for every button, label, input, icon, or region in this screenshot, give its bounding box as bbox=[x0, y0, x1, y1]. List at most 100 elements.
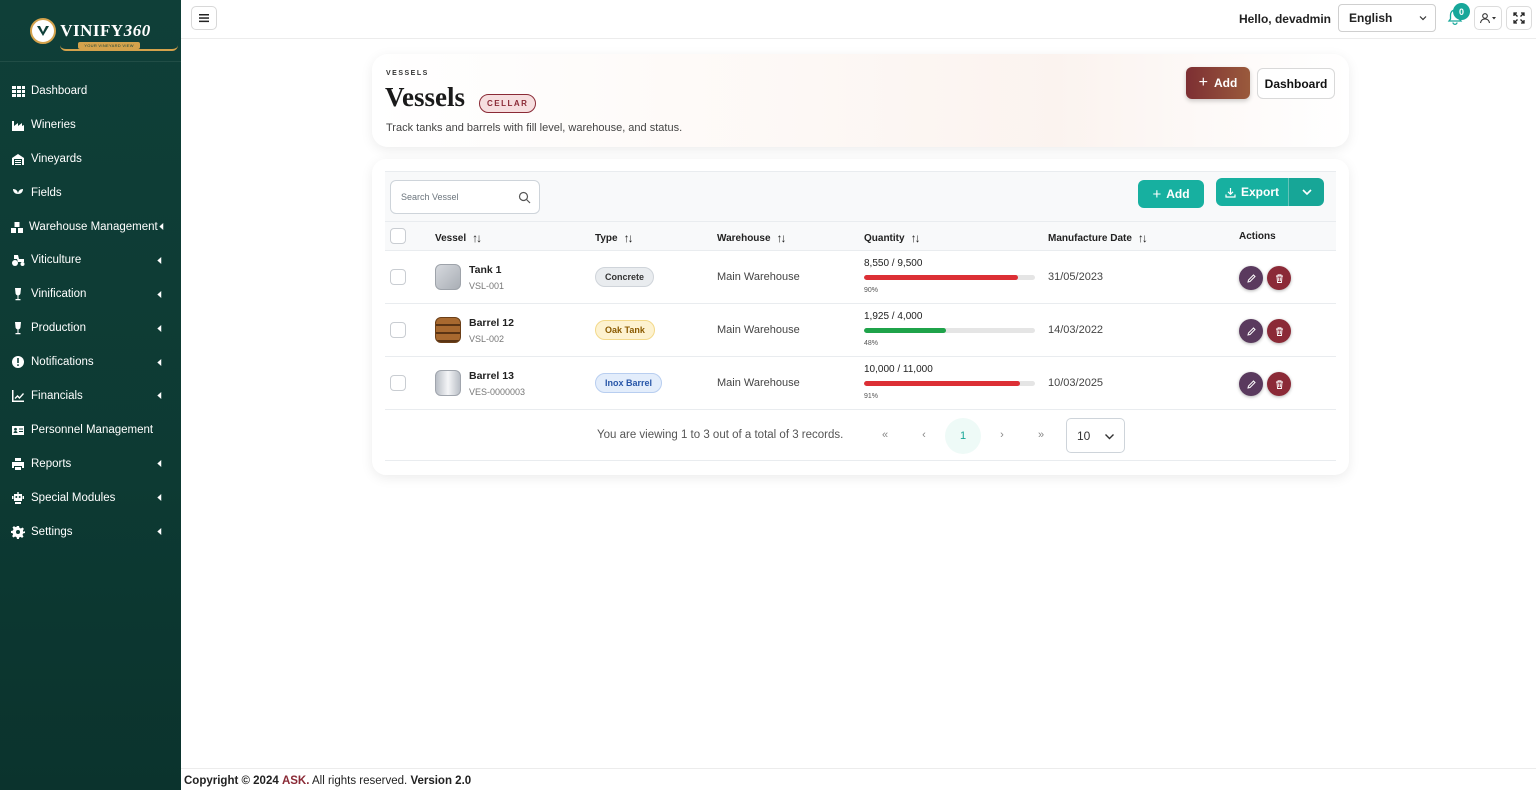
trash-icon bbox=[1275, 273, 1283, 283]
table-add-button[interactable]: + Add bbox=[1138, 180, 1204, 208]
current-page-button[interactable]: 1 bbox=[945, 418, 981, 454]
sidebar-item-production[interactable]: Production bbox=[0, 311, 181, 345]
delete-button[interactable] bbox=[1267, 372, 1291, 396]
pencil-icon bbox=[1246, 379, 1256, 389]
sidebar-item-vinification[interactable]: Vinification bbox=[0, 277, 181, 311]
edit-button[interactable] bbox=[1239, 319, 1263, 343]
fill-progress-value bbox=[864, 275, 1018, 280]
row-checkbox[interactable] bbox=[390, 375, 406, 391]
chevron-left-icon bbox=[155, 460, 163, 468]
copyright-text: Copyright © 2024 bbox=[184, 775, 279, 787]
type-badge: Concrete bbox=[595, 267, 655, 287]
export-button[interactable]: Export bbox=[1216, 178, 1288, 206]
page-header-card: VESSELS Vessels CELLAR Track tanks and b… bbox=[372, 54, 1349, 147]
trash-icon bbox=[1275, 326, 1283, 336]
search-input[interactable]: Search Vessel bbox=[390, 180, 540, 214]
sidebar-item-label: Fields bbox=[31, 186, 62, 199]
sidebar-item-wineries[interactable]: Wineries bbox=[0, 108, 181, 142]
column-header-quantity[interactable]: Quantity ↑↓ bbox=[864, 231, 921, 245]
dashboard-button[interactable]: Dashboard bbox=[1257, 68, 1335, 99]
sort-icon: ↑↓ bbox=[1137, 231, 1148, 245]
topbar: Hello, devadmin English 0 bbox=[181, 0, 1536, 39]
table-row[interactable]: Barrel 12 VSL-002 Oak Tank Main Warehouse 1,… bbox=[385, 304, 1336, 357]
edit-button[interactable] bbox=[1239, 372, 1263, 396]
sidebar-item-warehouse-management[interactable]: Warehouse Management bbox=[0, 210, 181, 244]
pencil-icon bbox=[1246, 273, 1256, 283]
version-text: Version 2.0 bbox=[410, 775, 472, 787]
sidebar-item-reports[interactable]: Reports bbox=[0, 447, 181, 481]
rights-text: All rights reserved. bbox=[312, 775, 408, 787]
select-all-checkbox[interactable] bbox=[390, 228, 406, 244]
next-page-icon[interactable]: › bbox=[994, 427, 1010, 443]
sidebar-item-label: Wineries bbox=[31, 118, 76, 131]
warehouse-cell: Main Warehouse bbox=[717, 377, 800, 389]
page-size-select[interactable]: 10 bbox=[1066, 418, 1125, 453]
page-title: Vessels bbox=[385, 82, 466, 112]
vessels-table-card: Search Vessel + Add Export Vessel ↑↓ Type… bbox=[372, 159, 1349, 475]
table-row[interactable]: Barrel 13 VES-0000003 Inox Barrel Main Ware… bbox=[385, 357, 1336, 410]
brand-tagline: YOUR VINEYARD VIEW bbox=[78, 41, 140, 49]
table-header: Vessel ↑↓ Type ↑↓ Warehouse ↑↓ Quantity ↑↓ M… bbox=[385, 221, 1336, 251]
first-page-icon[interactable]: « bbox=[877, 427, 893, 443]
company-link[interactable]: ASK. bbox=[282, 775, 309, 787]
row-checkbox[interactable] bbox=[390, 269, 406, 285]
row-checkbox[interactable] bbox=[390, 322, 406, 338]
chevron-left-icon bbox=[155, 358, 163, 366]
export-dropdown-button[interactable] bbox=[1288, 178, 1324, 206]
alert-icon bbox=[10, 355, 26, 369]
column-header-vessel[interactable]: Vessel ↑↓ bbox=[435, 231, 482, 245]
sort-icon: ↑↓ bbox=[472, 231, 482, 245]
fill-progress-bar bbox=[864, 328, 1035, 333]
export-label: Export bbox=[1240, 185, 1279, 199]
sidebar-item-special-modules[interactable]: Special Modules bbox=[0, 481, 181, 515]
notification-count-badge: 0 bbox=[1453, 3, 1470, 20]
column-header-type[interactable]: Type ↑↓ bbox=[595, 231, 634, 245]
edit-button[interactable] bbox=[1239, 266, 1263, 290]
last-page-icon[interactable]: » bbox=[1033, 427, 1049, 443]
tractor-icon bbox=[10, 253, 26, 267]
chevron-left-icon bbox=[155, 392, 163, 400]
column-header-manufacture-date[interactable]: Manufacture Date ↑↓ bbox=[1048, 231, 1148, 245]
vessel-name[interactable]: Tank 1 bbox=[469, 264, 501, 276]
delete-button[interactable] bbox=[1267, 266, 1291, 290]
quantity-text: 1,925 / 4,000 bbox=[864, 311, 923, 322]
hamburger-icon bbox=[199, 14, 209, 23]
fullscreen-button[interactable] bbox=[1506, 6, 1532, 30]
sidebar-item-label: Warehouse Management bbox=[29, 220, 158, 233]
paginator: You are viewing 1 to 3 out of a total of… bbox=[385, 410, 1336, 461]
header-add-button[interactable]: + Add bbox=[1186, 67, 1250, 99]
vessel-name[interactable]: Barrel 12 bbox=[469, 317, 514, 329]
sidebar-item-fields[interactable]: Fields bbox=[0, 176, 181, 210]
chevron-left-icon bbox=[155, 256, 163, 264]
logo-area[interactable]: VINIFY360 YOUR VINEYARD VIEW bbox=[0, 0, 181, 62]
sidebar-item-financials[interactable]: Financials bbox=[0, 379, 181, 413]
delete-button[interactable] bbox=[1267, 319, 1291, 343]
chart-line-icon bbox=[10, 389, 26, 403]
column-header-warehouse[interactable]: Warehouse ↑↓ bbox=[717, 231, 787, 245]
brand-logo: VINIFY360 YOUR VINEYARD VIEW bbox=[30, 17, 179, 51]
sidebar-item-label: Special Modules bbox=[31, 491, 116, 504]
sidebar: VINIFY360 YOUR VINEYARD VIEW Dashboard Wi… bbox=[0, 0, 181, 790]
sidebar-item-label: Reports bbox=[31, 457, 72, 470]
menu-toggle-button[interactable] bbox=[191, 6, 217, 30]
sidebar-item-viticulture[interactable]: Viticulture bbox=[0, 243, 181, 277]
chevron-left-icon bbox=[155, 290, 163, 298]
table-row[interactable]: Tank 1 VSL-001 Concrete Main Warehouse 8,550… bbox=[385, 251, 1336, 304]
vessel-code: VSL-001 bbox=[469, 281, 505, 291]
chevron-down-icon bbox=[1419, 16, 1427, 21]
user-menu-button[interactable] bbox=[1474, 6, 1502, 30]
prev-page-icon[interactable]: ‹ bbox=[916, 427, 932, 443]
vessel-name[interactable]: Barrel 13 bbox=[469, 370, 514, 382]
sidebar-item-dashboard[interactable]: Dashboard bbox=[0, 74, 181, 108]
sidebar-item-notifications[interactable]: Notifications bbox=[0, 345, 181, 379]
plus-icon: + bbox=[1198, 74, 1208, 91]
sidebar-item-settings[interactable]: Settings bbox=[0, 515, 181, 549]
manufacture-date-cell: 10/03/2025 bbox=[1048, 377, 1104, 389]
sidebar-item-personnel-management[interactable]: Personnel Management bbox=[0, 413, 181, 447]
brand-name: VINIFY bbox=[60, 20, 124, 40]
vessel-thumbnail bbox=[435, 317, 461, 343]
sort-icon: ↑↓ bbox=[623, 231, 634, 245]
gear-icon bbox=[10, 525, 26, 539]
language-select[interactable]: English bbox=[1338, 4, 1436, 32]
sidebar-item-vineyards[interactable]: Vineyards bbox=[0, 142, 181, 176]
